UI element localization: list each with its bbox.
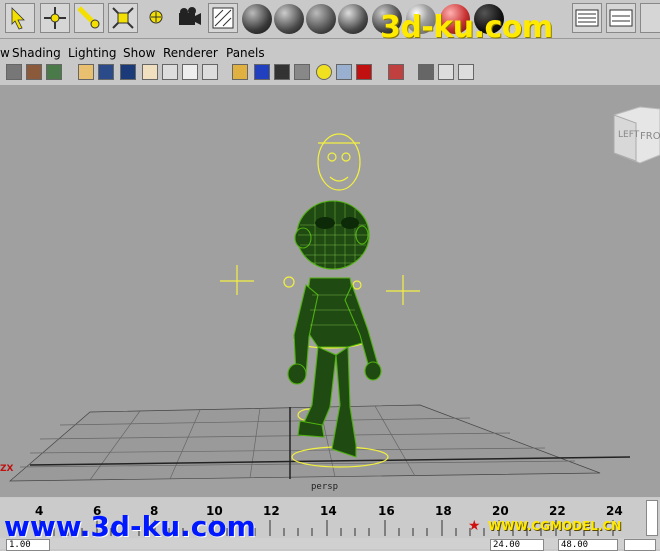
- safe-action-icon[interactable]: [142, 64, 158, 80]
- axis-label: ZX: [0, 464, 14, 474]
- render-settings-icon[interactable]: [640, 3, 660, 33]
- material-sphere-icon[interactable]: [338, 4, 368, 34]
- frame-all-icon[interactable]: [336, 64, 352, 80]
- grid-icon[interactable]: [418, 64, 434, 80]
- menu-panels[interactable]: Panels: [226, 46, 265, 60]
- time-tick-label: 20: [492, 504, 509, 518]
- watermark-top: 3d-ku.com: [380, 10, 553, 45]
- time-tick-label: 24: [606, 504, 623, 518]
- image-plane-icon[interactable]: [46, 64, 62, 80]
- range-extra-field[interactable]: [624, 539, 656, 551]
- grid-toggle-icon[interactable]: [78, 64, 94, 80]
- perspective-viewport[interactable]: LEFT FRO ZX persp: [0, 85, 660, 497]
- character-eye: [341, 217, 359, 229]
- camera-label: persp: [311, 482, 338, 492]
- time-tick-label: 16: [378, 504, 395, 518]
- character-eye: [315, 217, 335, 229]
- move-tool-icon[interactable]: [40, 3, 70, 33]
- light-icon[interactable]: [232, 64, 248, 80]
- range-end-current-field[interactable]: 24.00: [490, 539, 544, 551]
- axis-indicator: ZX: [0, 464, 14, 474]
- rotate-tool-icon[interactable]: [74, 3, 104, 33]
- camera-icon[interactable]: [6, 64, 22, 80]
- scale-tool-icon[interactable]: [108, 3, 138, 33]
- shadow-icon[interactable]: [254, 64, 270, 80]
- hud-icon[interactable]: [388, 64, 404, 80]
- shoulder-control[interactable]: [283, 276, 295, 288]
- menu-lighting[interactable]: Lighting: [68, 46, 117, 60]
- character-leg-right: [331, 345, 357, 458]
- star-icon: ★: [468, 518, 481, 534]
- material-sphere-icon[interactable]: [274, 4, 304, 34]
- arm-ik-right-control[interactable]: [386, 275, 420, 305]
- current-time-field[interactable]: [646, 500, 658, 536]
- material-sphere-icon[interactable]: [306, 4, 336, 34]
- time-tick-label: 12: [263, 504, 280, 518]
- wireframe-icon[interactable]: [162, 64, 178, 80]
- universal-manip-icon[interactable]: [144, 3, 174, 33]
- viewcube-left-label: LEFT: [618, 130, 640, 140]
- menu-view[interactable]: w: [0, 46, 10, 60]
- xray-icon[interactable]: [274, 64, 290, 80]
- time-tick-label: 14: [320, 504, 337, 518]
- range-end-max-field[interactable]: 48.00: [558, 539, 618, 551]
- shelf: 3d-ku.com: [0, 0, 660, 45]
- menu-show[interactable]: Show: [123, 46, 155, 60]
- menu-renderer[interactable]: Renderer: [163, 46, 218, 60]
- bookmark-icon[interactable]: [26, 64, 42, 80]
- frame-selected-icon[interactable]: [356, 64, 372, 80]
- panel-toolbar: [0, 62, 660, 84]
- smooth-shade-icon[interactable]: [182, 64, 198, 80]
- film-gate-icon[interactable]: [120, 64, 136, 80]
- isolate-icon[interactable]: [294, 64, 310, 80]
- menu-shading[interactable]: Shading: [12, 46, 61, 60]
- arm-ik-left-control[interactable]: [220, 265, 254, 295]
- watermark-cgmodel: WWW.CGMODEL.CN: [488, 519, 622, 533]
- time-tick-label: 22: [549, 504, 566, 518]
- render-settings-icon[interactable]: [572, 3, 602, 33]
- viewcube-front-label: FRO: [640, 131, 660, 142]
- render-view-icon[interactable]: [208, 3, 238, 33]
- panel-menubar: w Shading Lighting Show Renderer Panels: [0, 42, 660, 62]
- camera-tool-icon[interactable]: [174, 3, 204, 33]
- watermark-bottom: www.3d-ku.com: [4, 510, 256, 543]
- render-settings-icon[interactable]: [606, 3, 636, 33]
- material-sphere-icon[interactable]: [242, 4, 272, 34]
- select-tool-icon[interactable]: [5, 3, 35, 33]
- texture-icon[interactable]: [202, 64, 218, 80]
- lasso-icon[interactable]: [458, 64, 474, 80]
- viewport-scene: LEFT FRO ZX persp: [0, 106, 660, 492]
- light-bulb-icon[interactable]: [316, 64, 332, 80]
- time-tick-label: 18: [435, 504, 452, 518]
- resolution-gate-icon[interactable]: [98, 64, 114, 80]
- view-cube[interactable]: LEFT FRO: [613, 106, 660, 164]
- uv-icon[interactable]: [438, 64, 454, 80]
